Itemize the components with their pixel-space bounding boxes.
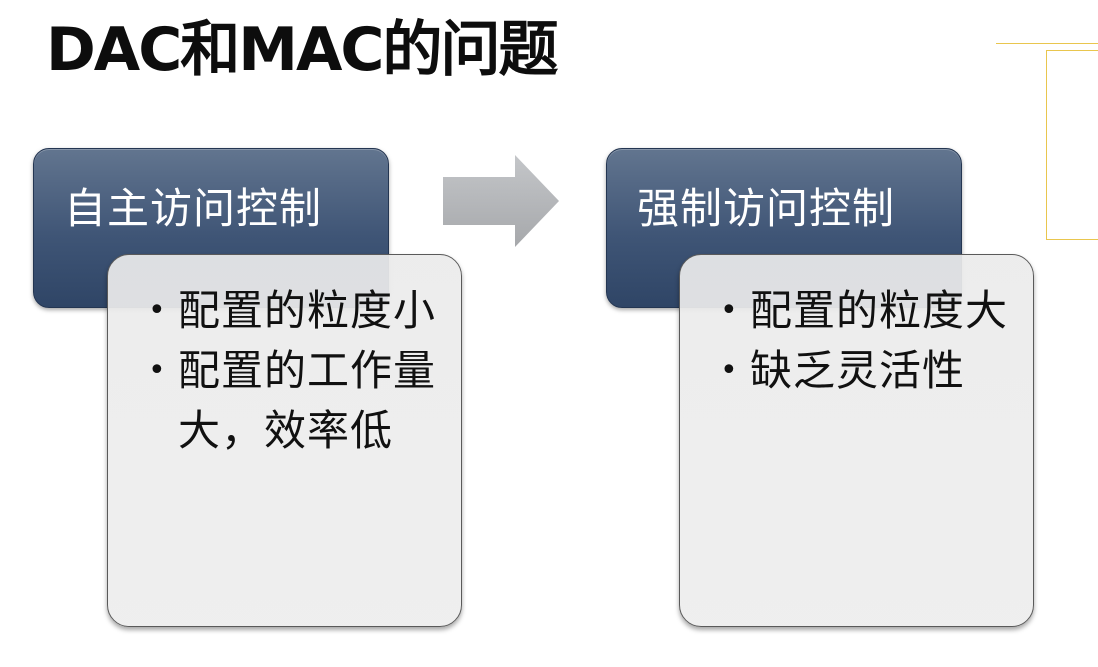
dac-issues-card: • 配置的粒度小 • 配置的工作量大，效率低 xyxy=(107,254,462,627)
dac-issues-list: • 配置的粒度小 • 配置的工作量大，效率低 xyxy=(146,281,438,461)
dac-issue-item: • 配置的工作量大，效率低 xyxy=(146,341,438,461)
mac-header-label: 强制访问控制 xyxy=(637,184,896,233)
bullet-icon: • xyxy=(720,353,739,388)
bullet-icon: • xyxy=(720,293,739,328)
slide-title: DAC和MAC的问题 xyxy=(46,15,558,85)
mac-issues-list: • 配置的粒度大 • 缺乏灵活性 xyxy=(718,281,1010,401)
right-arrow-icon xyxy=(443,155,559,247)
mac-issue-text: 缺乏灵活性 xyxy=(750,346,966,395)
decorative-accent-line xyxy=(996,43,1098,44)
bullet-icon: • xyxy=(148,353,167,388)
decorative-accent-frame xyxy=(1046,50,1098,240)
mac-issue-item: • 缺乏灵活性 xyxy=(718,341,1010,401)
mac-issue-item: • 配置的粒度大 xyxy=(718,281,1010,341)
dac-header-label: 自主访问控制 xyxy=(64,184,323,233)
bullet-icon: • xyxy=(148,293,167,328)
mac-issues-card: • 配置的粒度大 • 缺乏灵活性 xyxy=(679,254,1034,627)
mac-issue-text: 配置的粒度大 xyxy=(750,286,1009,335)
dac-issue-item: • 配置的粒度小 xyxy=(146,281,438,341)
dac-issue-text: 配置的粒度小 xyxy=(178,286,437,335)
dac-issue-text: 配置的工作量大，效率低 xyxy=(178,346,437,455)
